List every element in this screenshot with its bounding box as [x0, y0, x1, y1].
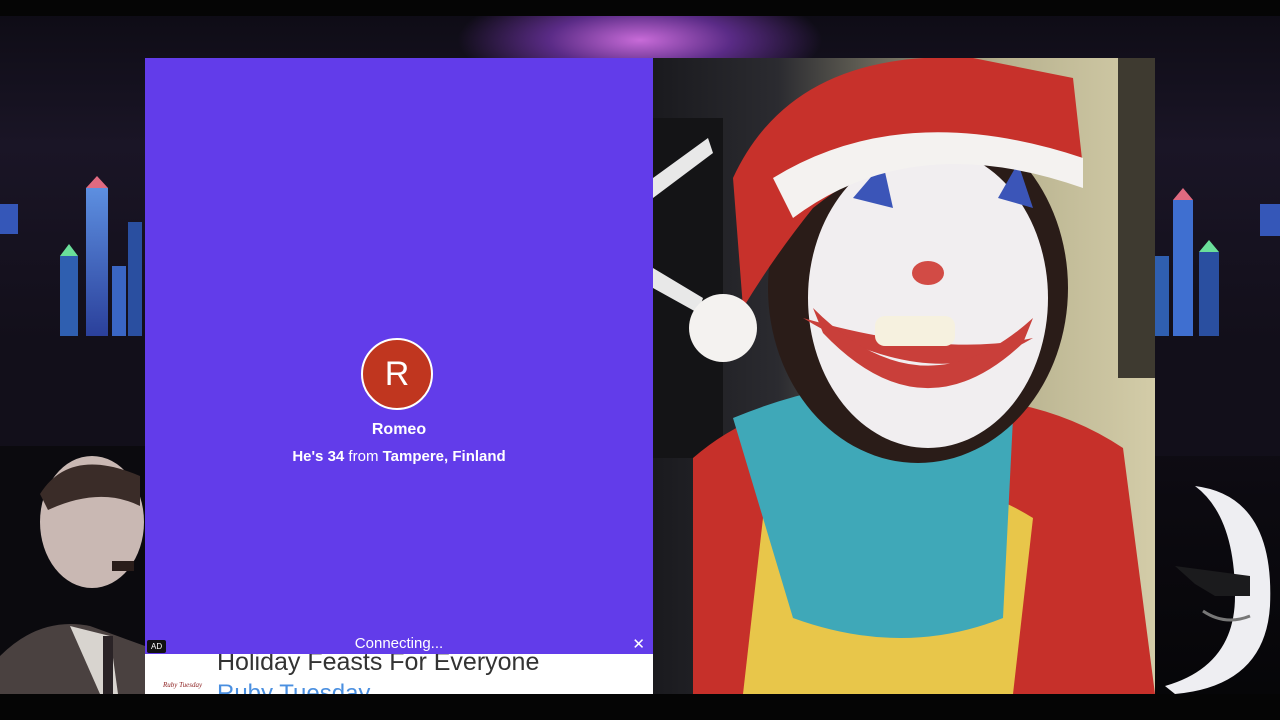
ad-badge: AD [147, 640, 167, 653]
avatar[interactable]: R [361, 338, 433, 410]
right-overlay-art [1155, 16, 1280, 694]
ad-brand: Ruby Tuesday [217, 680, 371, 694]
info-from: from [344, 448, 383, 465]
close-icon[interactable]: ✕ [632, 637, 645, 653]
portrait-figure-image [0, 446, 145, 694]
info-location: Tampere, Finland [382, 448, 506, 465]
stranger-panel: R Romeo He's 34 from Tampere, Finland Co… [145, 58, 653, 694]
avatar-initial: R [384, 354, 410, 393]
left-overlay-art [0, 16, 145, 694]
webcam-video [653, 58, 1155, 694]
stream-background: R Romeo He's 34 from Tampere, Finland Co… [0, 0, 1280, 720]
connection-status: Connecting... [354, 635, 444, 652]
webcam-feed-image [653, 58, 1155, 694]
stranger-name: Romeo [371, 421, 427, 438]
top-letterbox [0, 0, 1280, 16]
ad-headline: Holiday Feasts For Everyone [217, 654, 540, 676]
ad-logo: Ruby Tuesday [163, 681, 203, 689]
info-prefix: He's [292, 448, 328, 465]
moon-mascot-image [1165, 486, 1271, 694]
info-age: 34 [327, 448, 345, 465]
bottom-letterbox [0, 694, 1280, 720]
ad-banner[interactable]: Ruby Tuesday Holiday Feasts For Everyone… [145, 654, 653, 694]
stranger-info: He's 34 from Tampere, Finland [145, 448, 653, 465]
